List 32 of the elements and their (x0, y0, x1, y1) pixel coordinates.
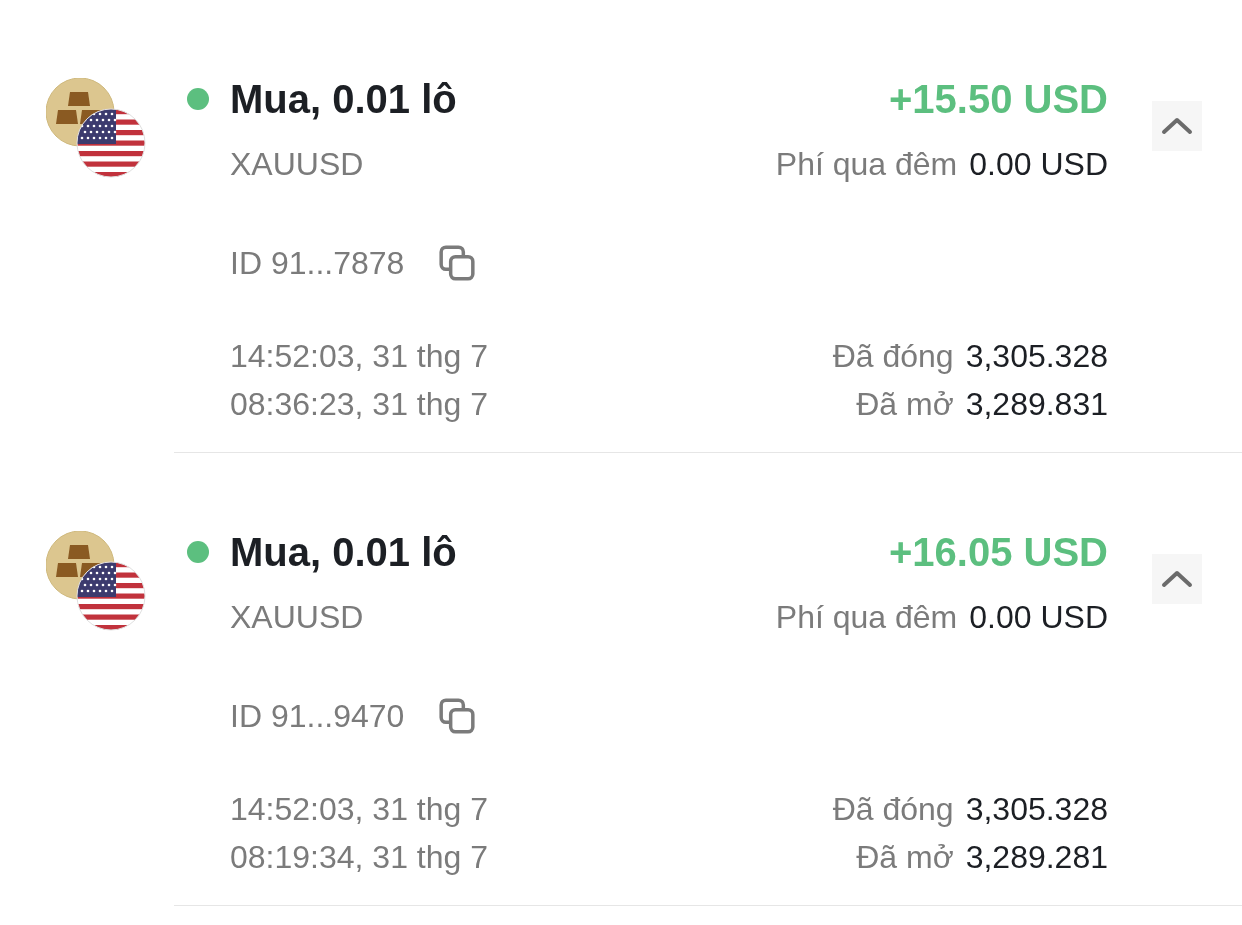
closed-label: Đã đóng (832, 337, 954, 376)
collapse-button[interactable] (1151, 554, 1202, 604)
collapse-button[interactable] (1151, 101, 1202, 151)
copy-icon[interactable] (438, 244, 477, 282)
chevron-up-icon (1160, 116, 1193, 136)
close-time: 14:52:03, 31 thg 7 (230, 790, 488, 829)
symbol: XAUUSD (230, 145, 364, 184)
fee-label: Phí qua đêm (775, 145, 958, 184)
symbol: XAUUSD (230, 598, 364, 637)
close-time: 14:52:03, 31 thg 7 (230, 337, 488, 376)
opened-price: 3,289.281 (965, 838, 1108, 877)
closed-price: 3,305.328 (965, 337, 1108, 376)
coin-flag-icon (46, 78, 146, 178)
trade-title: Mua, 0.01 lô (230, 76, 457, 123)
profit-amount: +16.05 USD (888, 529, 1108, 576)
closed-label: Đã đóng (832, 790, 954, 829)
copy-icon[interactable] (438, 697, 477, 735)
position-id: ID 91...7878 (230, 244, 405, 283)
closed-price: 3,305.328 (965, 790, 1108, 829)
opened-label: Đã mở (856, 838, 954, 877)
opened-label: Đã mở (856, 385, 954, 424)
coin-flag-icon (46, 531, 146, 631)
fee-value: 0.00 USD (969, 598, 1108, 637)
position-id: ID 91...9470 (230, 697, 405, 736)
chevron-up-icon (1160, 569, 1193, 589)
profit-amount: +15.50 USD (888, 76, 1108, 123)
opened-price: 3,289.831 (965, 385, 1108, 424)
trade-title: Mua, 0.01 lô (230, 529, 457, 576)
open-time: 08:36:23, 31 thg 7 (230, 385, 488, 424)
open-time: 08:19:34, 31 thg 7 (230, 838, 488, 877)
fee-label: Phí qua đêm (775, 598, 958, 637)
fee-value: 0.00 USD (969, 145, 1108, 184)
